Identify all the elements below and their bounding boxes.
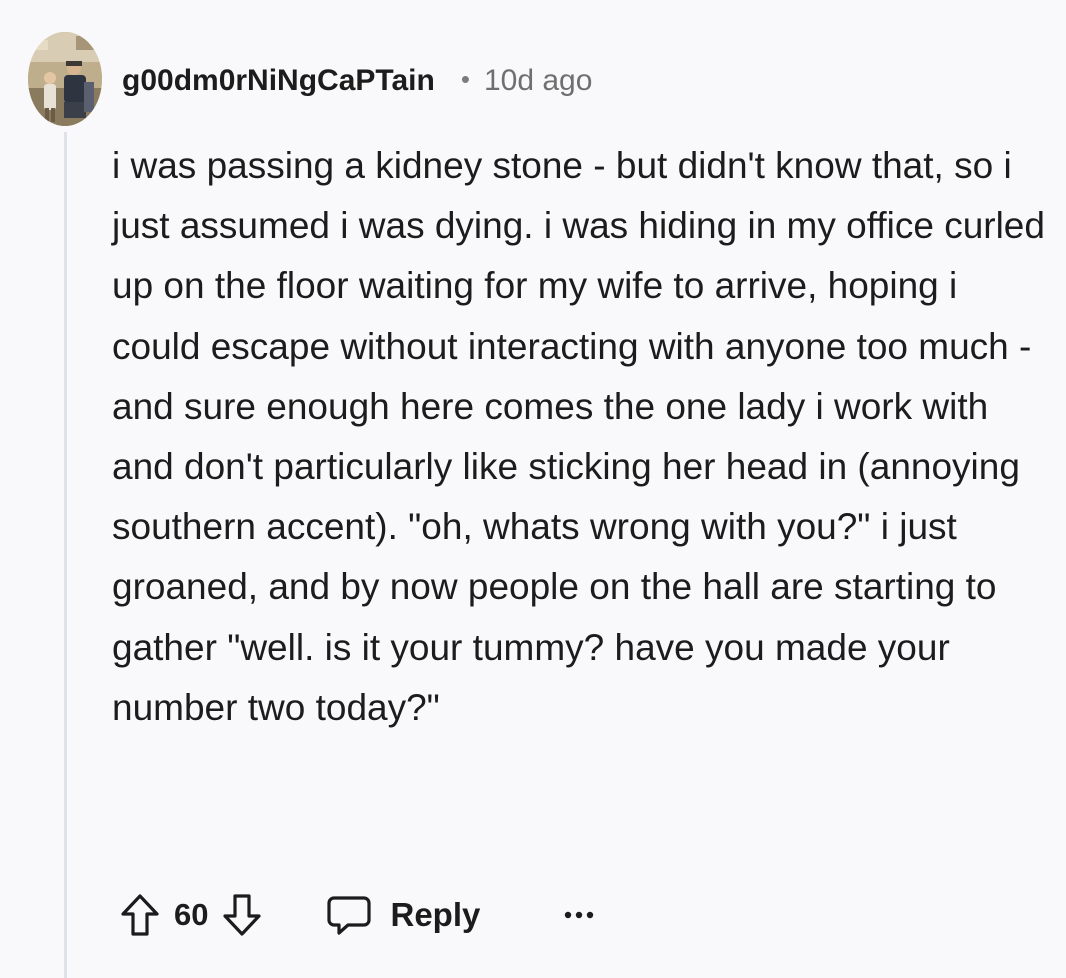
thread-line[interactable] (64, 132, 67, 978)
vote-score: 60 (174, 897, 209, 932)
comment-header: g00dm0rNiNgCaPTain • 10d ago (122, 56, 592, 106)
avatar-image (28, 32, 102, 126)
avatar[interactable] (28, 32, 102, 126)
separator-dot: • (460, 63, 470, 94)
reply-label: Reply (390, 896, 481, 933)
comment: g00dm0rNiNgCaPTain • 10d ago i was passi… (0, 0, 1066, 978)
arrow-up-outline-icon (121, 894, 159, 936)
arrow-down-outline-icon (223, 894, 262, 936)
upvote-button[interactable] (118, 890, 162, 940)
comment-actions: 60 Reply (118, 886, 594, 944)
more-options-button[interactable] (564, 890, 594, 940)
ellipsis-horizontal-icon (565, 911, 594, 919)
username[interactable]: g00dm0rNiNgCaPTain (122, 64, 435, 98)
reply-button[interactable]: Reply (326, 892, 480, 938)
downvote-button[interactable] (220, 890, 264, 940)
speech-bubble-icon (327, 896, 372, 935)
timestamp[interactable]: 10d ago (484, 64, 592, 98)
comment-body: i was passing a kidney stone - but didn'… (112, 145, 1045, 728)
